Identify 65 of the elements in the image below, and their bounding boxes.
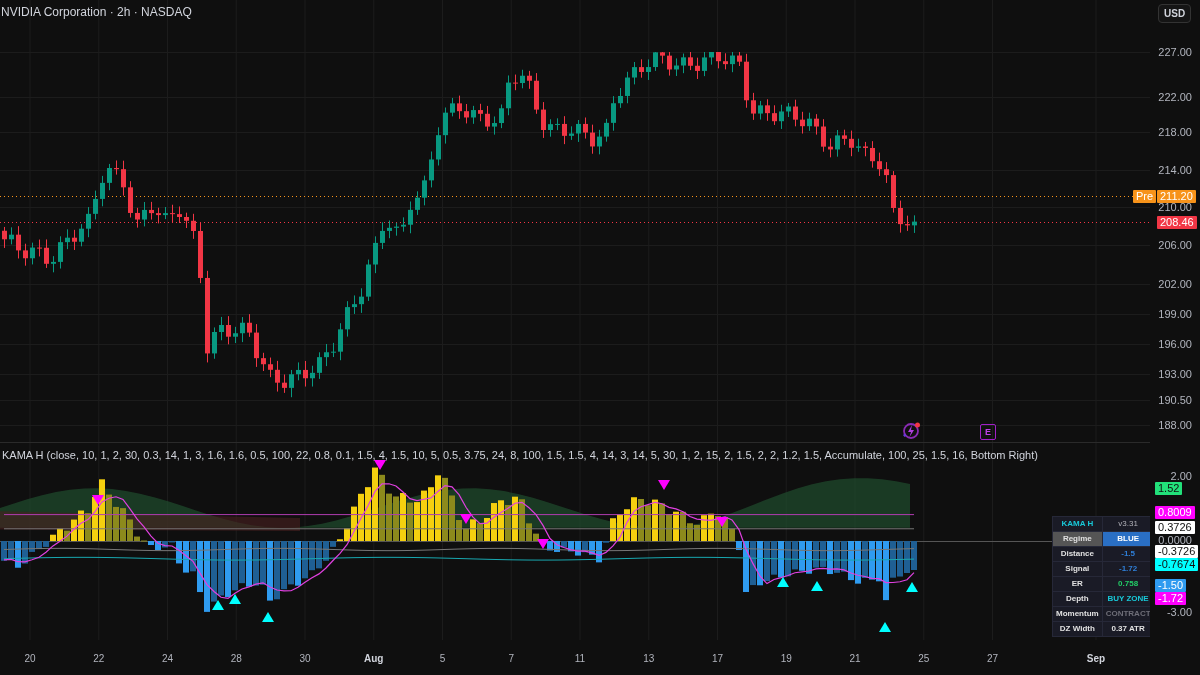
date-label: 20: [24, 653, 36, 664]
triangle-marker: [906, 582, 918, 592]
table-cell: KAMA H: [1052, 516, 1103, 532]
price-label: 227.00: [1158, 46, 1192, 58]
triangle-marker: [777, 577, 789, 587]
date-label: 17: [711, 653, 724, 664]
triangle-marker: [537, 539, 549, 549]
triangle-marker: [229, 594, 241, 604]
value-badge: 0.8009: [1155, 506, 1195, 520]
earnings-marker[interactable]: E: [980, 424, 996, 440]
triangle-marker: [716, 517, 728, 527]
price-label: 222.00: [1158, 91, 1192, 103]
indicator-legend: KAMA H (close, 10, 1, 2, 30, 0.3, 14, 1, 3, 1.6, 1.6, 0.5, 100, 22, 0.8, 0.1, 1.5, 4, 1.5, 10, 5, 0.5, 3.75, 24, 8, 100, 1.5, 1.5, 4, 14, 3, 14, 5, 30, 1, 2, 15, 2, 1.5, 2, 2, 1.2, 1.5, Accumulate, 100, 25, 1.5, 16, Bottom Right): [2, 449, 1038, 461]
table-cell: ER: [1052, 576, 1103, 592]
date-label: 21: [849, 653, 861, 664]
table-cell: Depth: [1052, 591, 1103, 607]
date-label: 11: [574, 653, 586, 664]
value-badge: -0.3726: [1155, 544, 1199, 558]
date-label: 30: [299, 653, 311, 664]
date-label: 28: [230, 653, 242, 664]
premarket-price: 211.20: [1157, 189, 1196, 203]
date-label: Aug: [364, 653, 384, 664]
table-cell: v3.31: [1102, 516, 1150, 532]
price-label: 202.00: [1158, 278, 1192, 290]
price-label: 214.00: [1158, 164, 1192, 176]
price-label: 196.00: [1158, 338, 1192, 350]
triangle-marker: [374, 460, 386, 470]
chart-title: NVIDIA Corporation · 2h · NASDAQ: [1, 5, 192, 19]
triangle-marker: [658, 480, 670, 490]
triangle-marker: [879, 622, 891, 632]
currency-button[interactable]: USD: [1158, 4, 1192, 23]
price-label: 210.00: [1158, 201, 1192, 213]
triangle-marker: [262, 612, 274, 622]
date-label: 5: [439, 653, 446, 664]
value-label: 0.0000: [1158, 534, 1192, 546]
premarket-tag: Pre: [1133, 189, 1157, 203]
value-badge: 1.52: [1155, 481, 1183, 495]
date-label: Sep: [1086, 653, 1106, 664]
table-cell: Distance: [1052, 546, 1103, 562]
date-label: 25: [918, 653, 930, 664]
price-label: 190.50: [1158, 394, 1192, 406]
triangle-marker: [460, 514, 472, 524]
date-label: 13: [643, 653, 655, 664]
price-label: 199.00: [1158, 308, 1192, 320]
table-cell: Signal: [1052, 561, 1103, 577]
date-label: 19: [780, 653, 792, 664]
table-cell: DZ Width: [1052, 621, 1103, 637]
date-label: 22: [93, 653, 105, 664]
price-label: 188.00: [1158, 419, 1192, 431]
value-badge: -1.50: [1155, 578, 1187, 592]
price-label: 193.00: [1158, 368, 1192, 380]
triangle-marker: [811, 581, 823, 591]
value-label: 2.00: [1170, 470, 1192, 482]
triangle-marker: [212, 600, 224, 610]
last-price: 208.46: [1157, 215, 1197, 229]
date-label: 24: [161, 653, 174, 664]
lightning-icon[interactable]: [900, 421, 922, 441]
price-label: 206.00: [1158, 239, 1192, 251]
value-label: -3.00: [1166, 606, 1192, 618]
triangle-marker: [92, 495, 104, 505]
value-badge: 0.3726: [1155, 520, 1195, 534]
price-label: 218.00: [1158, 126, 1192, 138]
date-label: 27: [986, 653, 999, 664]
table-cell: Momentum: [1052, 606, 1103, 622]
date-label: 7: [508, 653, 515, 664]
